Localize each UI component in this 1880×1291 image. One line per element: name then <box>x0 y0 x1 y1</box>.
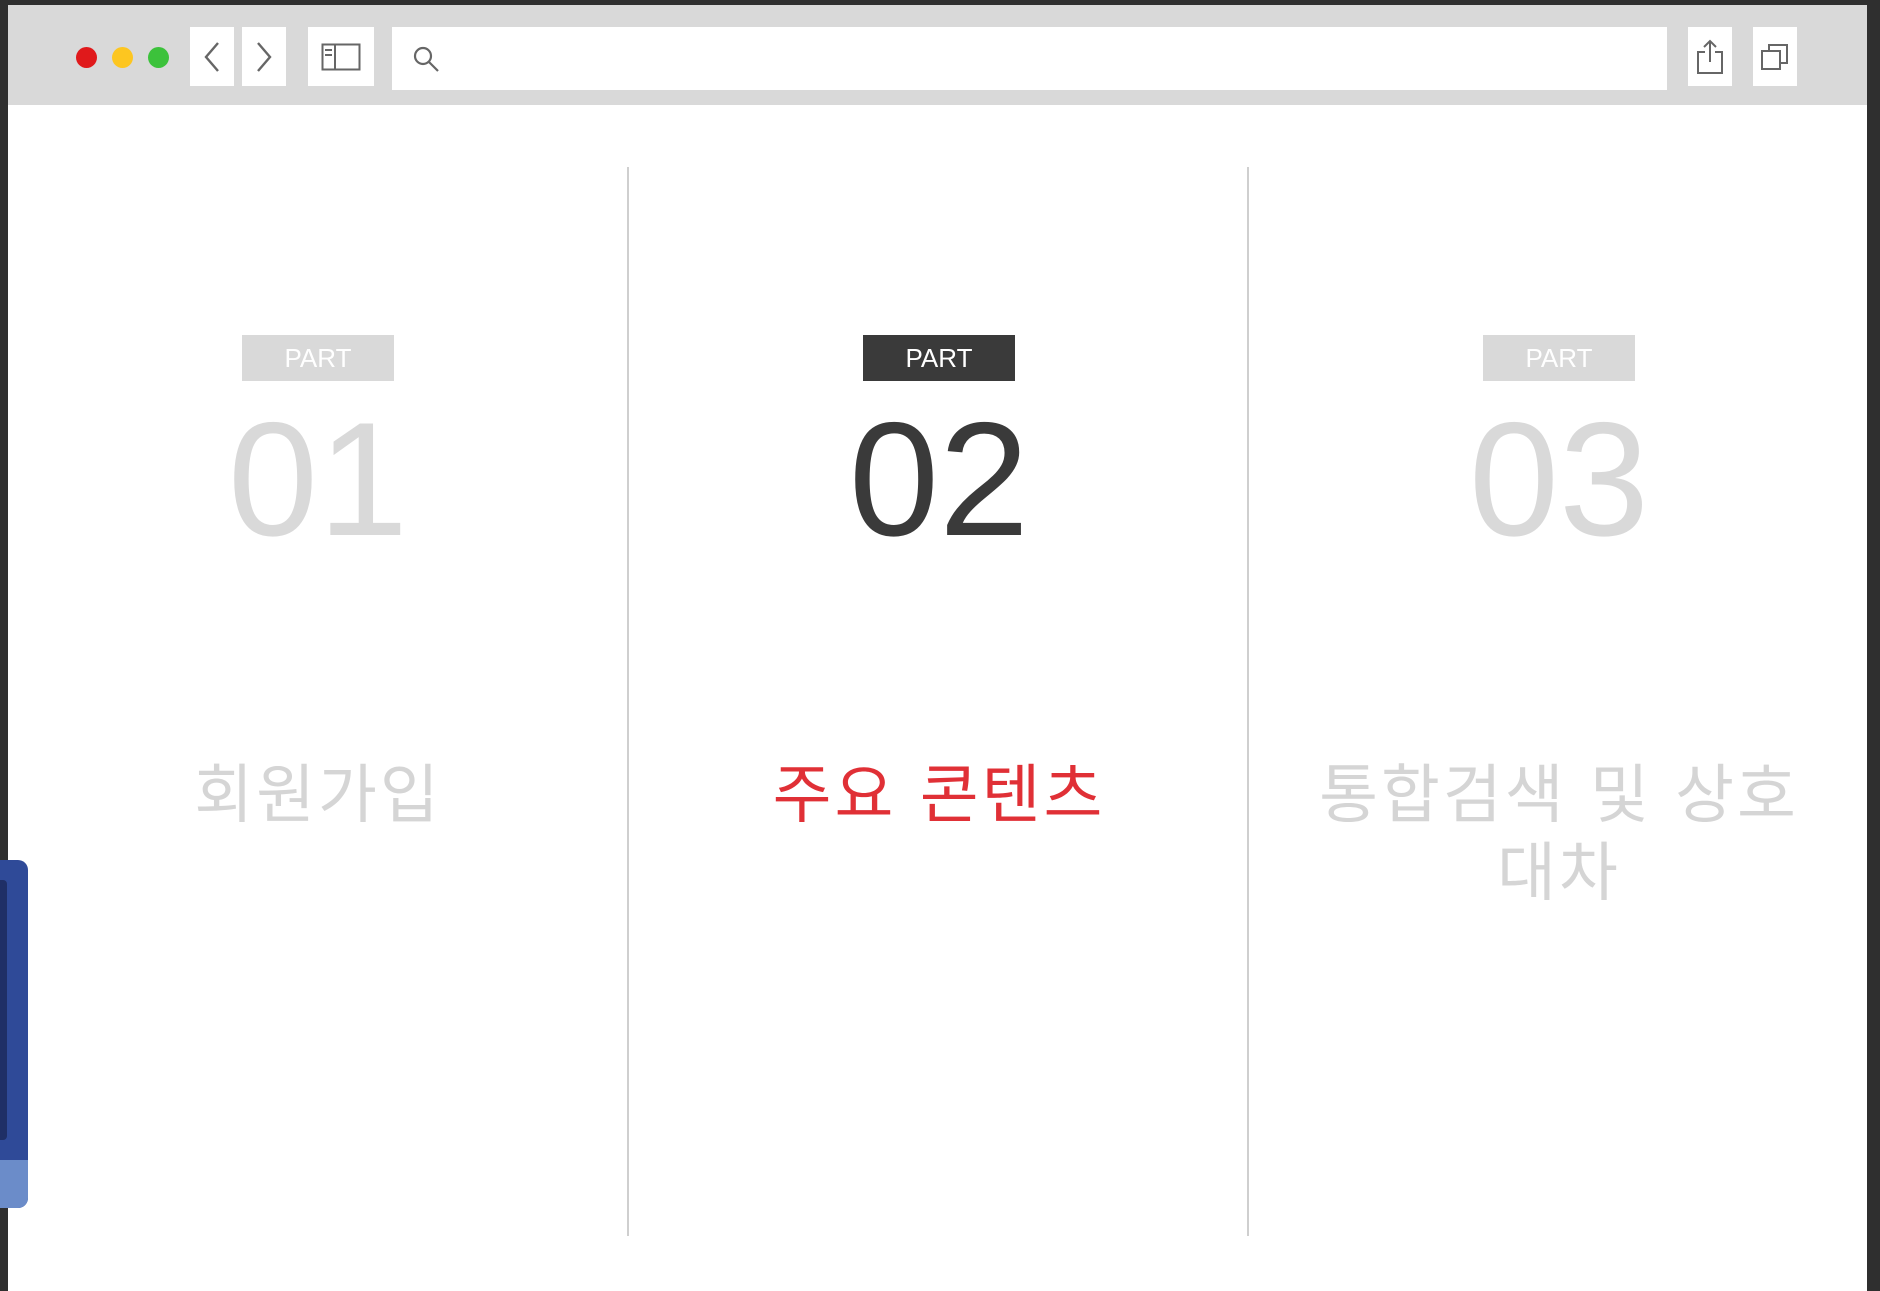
part-number: 03 <box>1468 389 1650 570</box>
part-column-3[interactable]: PART 03 통합검색 및 상호대차 <box>1249 5 1869 1291</box>
part-title: 회원가입 <box>194 759 442 833</box>
part-column-1[interactable]: PART 01 회원가입 <box>8 5 628 1291</box>
part-badge: PART <box>242 335 394 381</box>
part-title: 주요 콘텐츠 <box>772 759 1106 833</box>
browser-window: PART 01 회원가입 PART 02 주요 콘텐츠 PART 03 통합검색… <box>8 5 1867 1291</box>
part-number: 01 <box>227 389 409 570</box>
side-panel-inner <box>0 880 7 1140</box>
side-panel-tab[interactable] <box>0 860 28 1208</box>
part-badge: PART <box>1483 335 1635 381</box>
part-column-2[interactable]: PART 02 주요 콘텐츠 <box>629 5 1249 1291</box>
part-number: 02 <box>848 389 1030 570</box>
side-panel-footer <box>0 1160 28 1208</box>
part-badge: PART <box>863 335 1015 381</box>
part-title: 통합검색 및 상호대차 <box>1319 759 1799 911</box>
